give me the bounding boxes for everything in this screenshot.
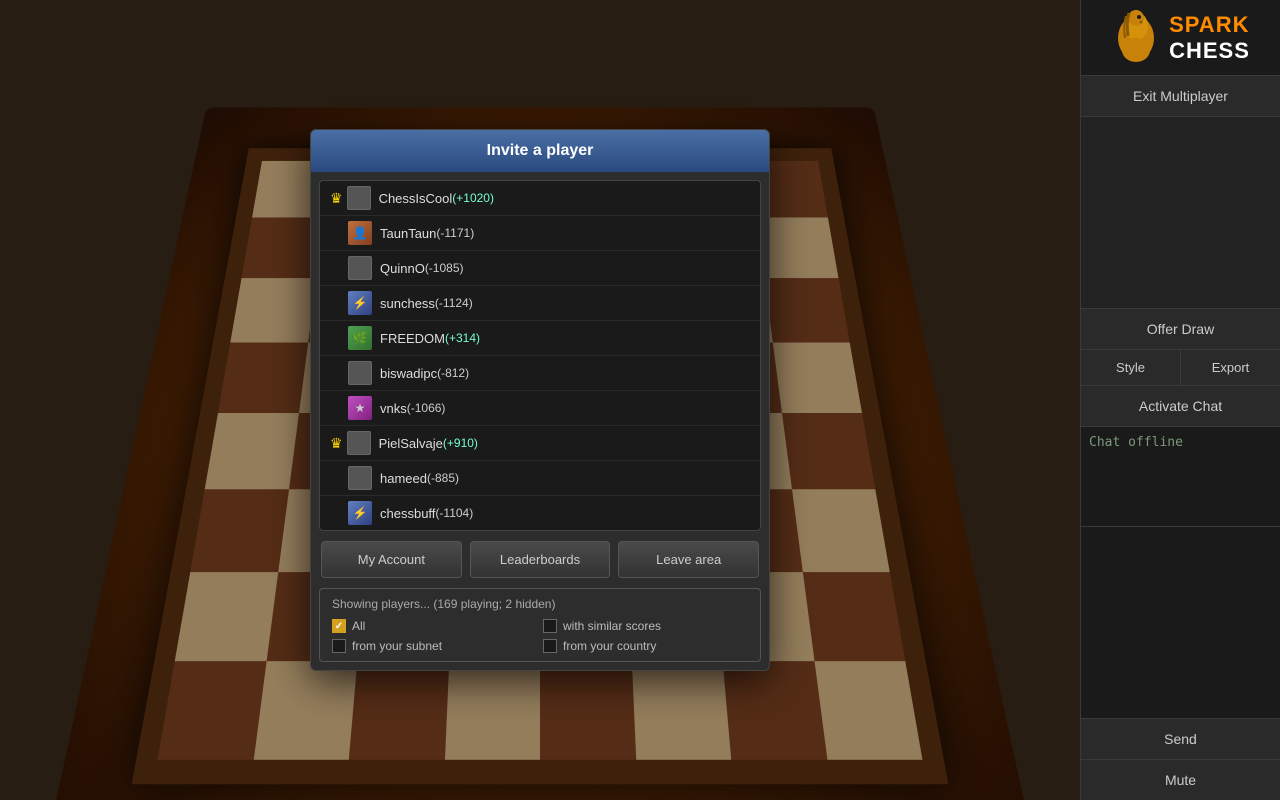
filter-checkbox-similar_scores[interactable] — [543, 619, 557, 633]
filter-option-from_country[interactable]: from your country — [543, 639, 748, 653]
player-avatar: ⚡ — [348, 501, 372, 525]
exit-multiplayer-button[interactable]: Exit Multiplayer — [1081, 76, 1280, 117]
filter-label-all: All — [352, 619, 365, 633]
player-item[interactable]: hameed (-885) — [320, 461, 760, 496]
dialog-overlay: Invite a player ♛ ChessIsCool (+1020) 👤 Tau… — [0, 0, 1080, 800]
crown-icon: ♛ — [330, 435, 343, 452]
horse-icon — [1111, 8, 1161, 68]
player-list: ♛ ChessIsCool (+1020) 👤 TaunTaun (-1171) Qui… — [319, 180, 761, 531]
mute-button[interactable]: Mute — [1081, 760, 1280, 800]
player-avatar — [348, 466, 372, 490]
style-button[interactable]: Style — [1081, 350, 1181, 385]
filter-checkbox-all[interactable]: ✓ — [332, 619, 346, 633]
player-item[interactable]: 👤 TaunTaun (-1171) — [320, 216, 760, 251]
player-score: (-885) — [427, 471, 459, 485]
player-item[interactable]: biswadipc (-812) — [320, 356, 760, 391]
player-name: hameed — [380, 471, 427, 486]
player-avatar: ★ — [348, 396, 372, 420]
dialog-buttons: My Account Leaderboards Leave area — [319, 541, 761, 578]
chat-offline-text: Chat offline — [1089, 435, 1183, 450]
player-name: biswadipc — [380, 366, 437, 381]
filter-checkbox-from_country[interactable] — [543, 639, 557, 653]
player-item[interactable]: QuinnO (-1085) — [320, 251, 760, 286]
activate-chat-button[interactable]: Activate Chat — [1081, 386, 1280, 427]
player-name: chessbuff — [380, 506, 435, 521]
logo-chess: CHESS — [1169, 38, 1250, 64]
leave-area-button[interactable]: Leave area — [618, 541, 759, 578]
sidebar: SPARK CHESS Exit Multiplayer Offer Draw … — [1080, 0, 1280, 800]
player-item[interactable]: ★ vnks (-1066) — [320, 391, 760, 426]
player-score: (-1171) — [436, 226, 474, 240]
chat-input-area[interactable] — [1081, 527, 1280, 719]
player-avatar — [347, 431, 371, 455]
player-item[interactable]: ⚡ chessbuff (-1104) — [320, 496, 760, 530]
player-avatar — [348, 361, 372, 385]
offer-draw-button[interactable]: Offer Draw — [1081, 309, 1280, 350]
player-score: (+910) — [443, 436, 478, 450]
filter-checkbox-from_subnet[interactable] — [332, 639, 346, 653]
export-button[interactable]: Export — [1181, 350, 1280, 385]
filter-option-all[interactable]: ✓ All — [332, 619, 537, 633]
player-item[interactable]: ♛ PielSalvaje (+910) — [320, 426, 760, 461]
player-item[interactable]: ⚡ sunchess (-1124) — [320, 286, 760, 321]
player-item[interactable]: 🌿 FREEDOM (+314) — [320, 321, 760, 356]
filter-option-similar_scores[interactable]: with similar scores — [543, 619, 748, 633]
player-score: (-1066) — [407, 401, 446, 415]
dialog-body: ♛ ChessIsCool (+1020) 👤 TaunTaun (-1171) Qui… — [311, 172, 769, 670]
filter-title: Showing players... (169 playing; 2 hidde… — [332, 597, 748, 611]
leaderboards-button[interactable]: Leaderboards — [470, 541, 611, 578]
send-button[interactable]: Send — [1081, 719, 1280, 760]
sidebar-logo: SPARK CHESS — [1081, 0, 1280, 76]
filter-label-from_subnet: from your subnet — [352, 639, 442, 653]
dialog-header: Invite a player — [311, 130, 769, 172]
filter-label-from_country: from your country — [563, 639, 656, 653]
crown-icon: ♛ — [330, 190, 343, 207]
player-score: (-1085) — [425, 261, 464, 275]
player-score: (+314) — [445, 331, 480, 345]
logo-text: SPARK CHESS — [1169, 12, 1250, 64]
player-name: QuinnO — [380, 261, 425, 276]
player-avatar — [348, 256, 372, 280]
player-score: (-1104) — [435, 506, 473, 520]
player-score: (+1020) — [452, 191, 494, 205]
player-score: (-1124) — [435, 296, 473, 310]
player-avatar: 👤 — [348, 221, 372, 245]
main-chess-area: Invite a player ♛ ChessIsCool (+1020) 👤 Tau… — [0, 0, 1080, 800]
my-account-button[interactable]: My Account — [321, 541, 462, 578]
filter-option-from_subnet[interactable]: from your subnet — [332, 639, 537, 653]
dialog-title: Invite a player — [487, 142, 594, 159]
player-name: vnks — [380, 401, 407, 416]
player-score: (-812) — [437, 366, 469, 380]
filter-section: Showing players... (169 playing; 2 hidde… — [319, 588, 761, 662]
invite-player-dialog: Invite a player ♛ ChessIsCool (+1020) 👤 Tau… — [310, 129, 770, 671]
filter-label-similar_scores: with similar scores — [563, 619, 661, 633]
player-avatar — [347, 186, 371, 210]
player-name: sunchess — [380, 296, 435, 311]
player-name: ChessIsCool — [379, 191, 453, 206]
chat-area: Chat offline — [1081, 427, 1280, 527]
style-export-buttons: Style Export — [1081, 350, 1280, 386]
logo-spark: SPARK — [1169, 12, 1250, 38]
filter-options: ✓ All with similar scores from your subnet f… — [332, 619, 748, 653]
player-avatar: ⚡ — [348, 291, 372, 315]
player-name: TaunTaun — [380, 226, 436, 241]
player-name: PielSalvaje — [379, 436, 443, 451]
player-name: FREEDOM — [380, 331, 445, 346]
player-avatar: 🌿 — [348, 326, 372, 350]
sidebar-spacer — [1081, 117, 1280, 309]
player-item[interactable]: ♛ ChessIsCool (+1020) — [320, 181, 760, 216]
